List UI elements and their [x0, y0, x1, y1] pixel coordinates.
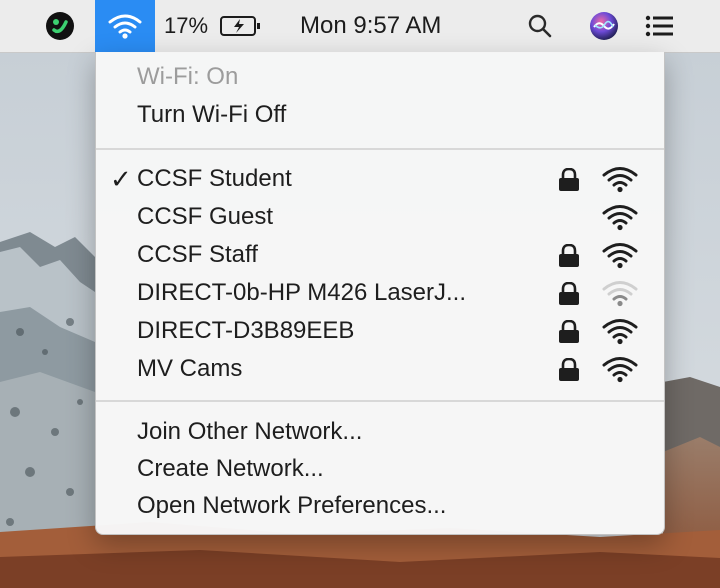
app-status-icon[interactable]: [40, 0, 80, 52]
network-item[interactable]: ✓ CCSF Student: [96, 160, 664, 198]
network-item[interactable]: CCSF Staff: [96, 236, 664, 274]
wifi-icon: [108, 14, 142, 39]
wifi-signal-strong-icon: [602, 165, 638, 193]
join-other-network-item[interactable]: Join Other Network...: [96, 413, 664, 451]
clock-label: Mon 9:57 AM: [300, 12, 442, 39]
clock[interactable]: Mon 9:57 AM: [300, 0, 490, 52]
battery-percent-label: 17%: [164, 13, 209, 38]
checkmark-icon: ✓: [110, 164, 132, 194]
network-item[interactable]: DIRECT-0b-HP M426 LaserJ...: [96, 274, 664, 312]
wifi-menu-extra[interactable]: [95, 0, 155, 52]
network-name: CCSF Guest: [137, 203, 274, 230]
wifi-signal-weak-icon: [602, 279, 638, 307]
wifi-signal-strong-icon: [602, 317, 638, 345]
lock-icon: [558, 319, 580, 344]
notification-center-icon[interactable]: [640, 0, 680, 52]
menu-separator: [96, 400, 664, 402]
network-item[interactable]: CCSF Guest: [96, 198, 664, 236]
network-name: DIRECT-0b-HP M426 LaserJ...: [137, 279, 467, 306]
battery-charging-icon[interactable]: [218, 0, 264, 52]
menu-bar: 17% Mon 9:57 AM: [0, 0, 720, 53]
turn-wifi-off-label: Turn Wi-Fi Off: [137, 101, 287, 128]
network-name: MV Cams: [137, 355, 243, 382]
lock-icon: [558, 357, 580, 382]
lock-icon: [558, 167, 580, 192]
menu-separator: [96, 148, 664, 150]
wifi-status-label: Wi-Fi: On: [137, 63, 239, 90]
lock-icon: [558, 281, 580, 306]
open-network-preferences-label: Open Network Preferences...: [137, 492, 447, 519]
network-name: CCSF Staff: [137, 241, 258, 268]
network-name: CCSF Student: [137, 165, 292, 192]
lock-icon: [558, 243, 580, 268]
wifi-status-row: Wi-Fi: On: [96, 58, 664, 96]
wifi-signal-strong-icon: [602, 203, 638, 231]
siri-icon[interactable]: [584, 0, 624, 52]
join-other-network-label: Join Other Network...: [137, 418, 363, 445]
open-network-preferences-item[interactable]: Open Network Preferences...: [96, 487, 664, 525]
wifi-signal-strong-icon: [602, 355, 638, 383]
wifi-dropdown-menu: Wi-Fi: On Turn Wi-Fi Off ✓ CCSF Student CC…: [95, 52, 665, 535]
create-network-label: Create Network...: [137, 455, 324, 482]
wifi-signal-strong-icon: [602, 241, 638, 269]
spotlight-search-icon[interactable]: [520, 0, 560, 52]
network-item[interactable]: MV Cams: [96, 350, 664, 388]
network-item[interactable]: DIRECT-D3B89EEB: [96, 312, 664, 350]
create-network-item[interactable]: Create Network...: [96, 450, 664, 488]
network-name: DIRECT-D3B89EEB: [137, 317, 355, 344]
battery-percentage[interactable]: 17%: [164, 0, 216, 52]
turn-wifi-off-item[interactable]: Turn Wi-Fi Off: [96, 96, 664, 134]
